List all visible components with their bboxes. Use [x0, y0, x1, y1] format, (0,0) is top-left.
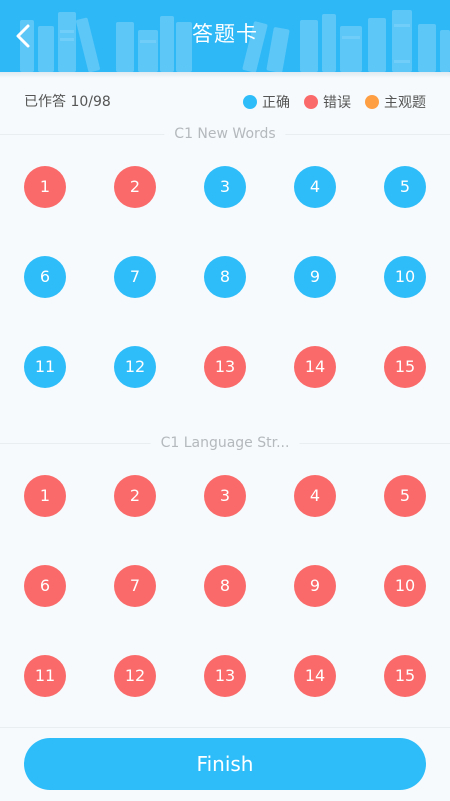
- question-grid: 1 2 3 4 5 6 7 8 9 10 11 12 13 14 15: [24, 166, 426, 388]
- wrong-dot-icon: [304, 95, 318, 109]
- question-number-button[interactable]: 13: [204, 655, 246, 697]
- question-number-button[interactable]: 8: [204, 256, 246, 298]
- question-number-button[interactable]: 14: [294, 655, 336, 697]
- section-header: C1 New Words: [0, 124, 450, 144]
- question-number-button[interactable]: 15: [384, 655, 426, 697]
- question-number-button[interactable]: 3: [204, 475, 246, 517]
- question-number-button[interactable]: 15: [384, 346, 426, 388]
- question-number-button[interactable]: 1: [24, 166, 66, 208]
- question-number-button[interactable]: 7: [114, 256, 156, 298]
- question-number-button[interactable]: 10: [384, 256, 426, 298]
- question-number-button[interactable]: 5: [384, 475, 426, 517]
- question-number-button[interactable]: 1: [24, 475, 66, 517]
- finish-button[interactable]: Finish: [24, 738, 426, 790]
- section-header: C1 Language Str...: [0, 433, 450, 453]
- answered-progress: 已作答 10/98: [24, 94, 111, 110]
- question-number-button[interactable]: 11: [24, 346, 66, 388]
- legend-subjective: 主观题: [365, 92, 426, 112]
- question-number-button[interactable]: 9: [294, 565, 336, 607]
- question-number-button[interactable]: 2: [114, 475, 156, 517]
- question-grid: 1 2 3 4 5 6 7 8 9 10 11 12 13 14 15: [24, 475, 426, 697]
- subjective-dot-icon: [365, 95, 379, 109]
- legend: 正确 错误 主观题: [243, 86, 426, 118]
- question-number-button[interactable]: 6: [24, 256, 66, 298]
- section-title: C1 New Words: [164, 124, 286, 144]
- question-number-button[interactable]: 4: [294, 475, 336, 517]
- legend-correct: 正确: [243, 92, 290, 112]
- legend-label: 正确: [262, 95, 290, 111]
- question-number-button[interactable]: 14: [294, 346, 336, 388]
- page-title: 答题卡: [192, 22, 258, 46]
- correct-dot-icon: [243, 95, 257, 109]
- question-number-button[interactable]: 6: [24, 565, 66, 607]
- question-number-button[interactable]: 12: [114, 655, 156, 697]
- app-header: 答题卡: [0, 0, 450, 72]
- question-number-button[interactable]: 5: [384, 166, 426, 208]
- header-shadow: [0, 72, 450, 78]
- question-number-button[interactable]: 8: [204, 565, 246, 607]
- bottom-bar: Finish: [0, 727, 450, 801]
- question-number-button[interactable]: 2: [114, 166, 156, 208]
- legend-wrong: 错误: [304, 92, 351, 112]
- section-title: C1 Language Str...: [150, 433, 300, 453]
- status-row: 已作答 10/98 正确 错误 主观题: [0, 86, 450, 118]
- legend-label: 主观题: [384, 95, 426, 111]
- legend-label: 错误: [323, 95, 351, 111]
- question-number-button[interactable]: 7: [114, 565, 156, 607]
- question-number-button[interactable]: 12: [114, 346, 156, 388]
- question-number-button[interactable]: 9: [294, 256, 336, 298]
- question-number-button[interactable]: 13: [204, 346, 246, 388]
- question-number-button[interactable]: 3: [204, 166, 246, 208]
- question-number-button[interactable]: 10: [384, 565, 426, 607]
- question-number-button[interactable]: 4: [294, 166, 336, 208]
- question-number-button[interactable]: 11: [24, 655, 66, 697]
